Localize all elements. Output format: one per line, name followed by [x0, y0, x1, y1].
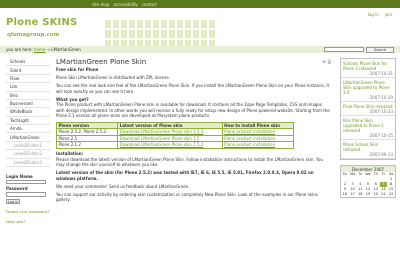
search-button[interactable]: Search — [366, 46, 394, 53]
search-input[interactable] — [324, 47, 364, 52]
header-pattern — [105, 20, 215, 48]
top-bar: site map accessibility contact — [0, 0, 400, 8]
news-item[interactable]: Brio Plone Skin upgraded to Plone 3 rele… — [341, 116, 395, 140]
page-subtitle: Free skin for Plone — [56, 67, 99, 72]
sidebar-item[interactable]: Silent — [6, 66, 50, 75]
login-portlet: Login Name Password Log in Forgot your p… — [6, 174, 50, 224]
sidebar-subitem[interactable]: Level2Folder1 — [6, 142, 50, 151]
install-link[interactable]: Plone product installation — [221, 141, 295, 149]
table-row: Plone 2.1.2 Download LMartianGreen Plone… — [55, 141, 295, 149]
calendar-portlet: December 2007 Su Mo Tu We Th Fr Sa 1 234… — [340, 165, 396, 198]
breadcrumb-prefix: you are here: — [6, 47, 33, 52]
download-table: Plone version Latest version of Plone sk… — [55, 121, 295, 149]
sidebar-item[interactable]: Businessed — [6, 100, 50, 109]
password-input[interactable] — [6, 192, 46, 197]
support-text: You can support our activity by ordering… — [56, 191, 318, 203]
login-name-label: Login Name — [6, 173, 33, 179]
contact-link[interactable]: contact — [142, 2, 157, 7]
logo-title[interactable]: Plone SKINS — [6, 17, 77, 28]
see-text: You can see the real look and feel of th… — [56, 83, 330, 94]
sidebar-subitem[interactable]: Level2Folder2 — [6, 150, 50, 159]
download-link[interactable]: Download LMartianGreen Plone skin 1.5.2 — [117, 141, 223, 149]
new-user-link[interactable]: New user? — [6, 219, 50, 224]
sidebar: Schools Silent Flow Lite Brio Businessed… — [6, 58, 50, 224]
news-portlet: Schools Plone Skin for Plone 3 released … — [340, 58, 396, 160]
sidebar-item[interactable]: Arndo — [6, 125, 50, 134]
sidebar-item[interactable]: Schools — [6, 58, 50, 67]
join-link[interactable]: join — [385, 12, 392, 17]
calendar-grid: Su Mo Tu We Th Fr Sa 1 2345678 9 10 11 12 13… — [342, 172, 394, 196]
sidebar-item[interactable]: LMartianGreen — [6, 133, 50, 142]
feedback-text: We need your comments! Send us feedback … — [56, 183, 190, 189]
page-title: LMartianGreen Plone Skin — [56, 58, 147, 66]
sidebar-item[interactable]: TechLight — [6, 117, 50, 125]
password-label: Password — [6, 186, 28, 192]
table-row: Plone 2.5.2, Plone 2.5.3 Download LMarti… — [55, 128, 295, 136]
breadcrumb-current: LMartianGreen — [51, 47, 81, 52]
log-in-link[interactable]: log in — [368, 12, 379, 17]
mail-icon[interactable]: ✉ — [322, 59, 325, 65]
login-name-input[interactable] — [6, 179, 46, 185]
news-item[interactable]: LMartianGreen Plone Skin upgraded to Plo… — [341, 78, 395, 102]
log-in-button[interactable]: Log in — [6, 198, 20, 204]
breadcrumb-separator: → — [46, 47, 50, 52]
news-item[interactable]: Schools Plone Skin for Plone 3 released … — [341, 59, 395, 78]
personal-bar: log in join — [368, 12, 392, 17]
what-text: The Plone product with LMartianGreen Plo… — [56, 102, 330, 118]
news-item[interactable]: Flow Plone Skin released 2007-10-23 — [341, 102, 395, 116]
intro-text: Plone Skin LMartianGreen is distributed … — [56, 75, 170, 80]
print-icon[interactable]: ⎙ — [328, 59, 331, 65]
header: Plone SKINS qlumagroup.com log in join — [0, 8, 400, 48]
sidebar-item[interactable]: Lite — [6, 83, 50, 92]
right-column: Schools Plone Skin for Plone 3 released … — [340, 58, 396, 198]
sidebar-item[interactable]: Flow — [6, 75, 50, 84]
sidebar-item[interactable]: Brio — [6, 92, 50, 100]
document-actions: ✉ ⎙ — [322, 59, 331, 65]
latest-version-note: Latest version of the skin (for Plone 2.… — [56, 170, 314, 181]
installation-text: Please download the latest version of LM… — [56, 156, 323, 168]
breadcrumb-home[interactable]: home — [34, 47, 45, 52]
site-map-link[interactable]: site map — [92, 2, 109, 7]
news-item[interactable]: Plone School Skin released 2007-09-14 — [341, 140, 395, 159]
forgot-password-link[interactable]: Forgot your password? — [6, 209, 50, 214]
navigation-portlet: Schools Silent Flow Lite Brio Businessed… — [6, 58, 50, 167]
logo-subtitle: qlumagroup.com — [7, 32, 60, 38]
sidebar-item[interactable]: WhiteBlack — [6, 108, 50, 117]
accessibility-link[interactable]: accessibility — [113, 2, 137, 7]
sidebar-subitem[interactable]: Level2Folder3 — [6, 159, 50, 167]
main-content: LMartianGreen Plone Skin ✉ ⎙ Free skin f… — [55, 58, 331, 203]
